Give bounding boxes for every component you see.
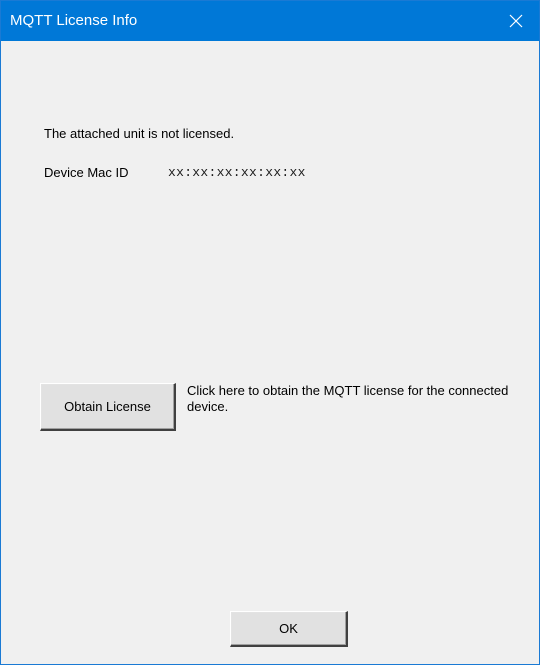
license-info-dialog: MQTT License Info The attached unit is n… <box>0 0 540 665</box>
window-title: MQTT License Info <box>10 12 138 29</box>
title-bar[interactable]: MQTT License Info <box>1 1 539 41</box>
license-status-text: The attached unit is not licensed. <box>44 126 235 141</box>
close-icon <box>509 14 523 28</box>
device-mac-label: Device Mac ID <box>44 165 129 180</box>
close-button[interactable] <box>493 1 539 41</box>
dialog-body: The attached unit is not licensed. Devic… <box>1 41 539 664</box>
obtain-license-description: Click here to obtain the MQTT license fo… <box>187 383 509 414</box>
obtain-license-button[interactable]: Obtain License <box>40 383 176 431</box>
ok-button[interactable]: OK <box>230 611 348 647</box>
device-mac-value: xx:xx:xx:xx:xx:xx <box>168 165 306 180</box>
